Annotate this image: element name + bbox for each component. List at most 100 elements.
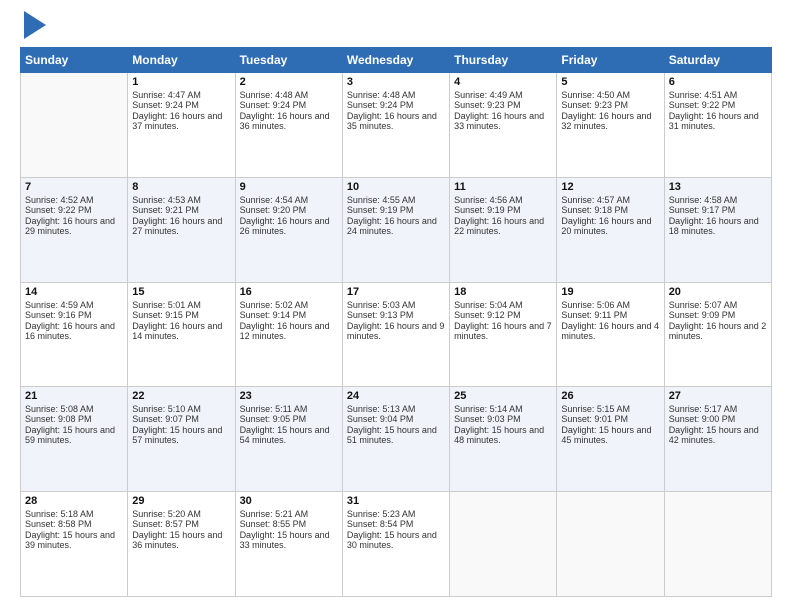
- week-row-1: 1Sunrise: 4:47 AMSunset: 9:24 PMDaylight…: [21, 73, 772, 178]
- sunset-text: Sunset: 9:19 PM: [454, 205, 552, 215]
- calendar-cell: [21, 73, 128, 178]
- calendar-cell: 17Sunrise: 5:03 AMSunset: 9:13 PMDayligh…: [342, 282, 449, 387]
- sunset-text: Sunset: 9:12 PM: [454, 310, 552, 320]
- sunset-text: Sunset: 9:00 PM: [669, 414, 767, 424]
- sunrise-text: Sunrise: 5:14 AM: [454, 404, 552, 414]
- daylight-text: Daylight: 16 hours and 37 minutes.: [132, 111, 230, 131]
- day-number: 11: [454, 181, 552, 193]
- day-number: 8: [132, 181, 230, 193]
- calendar-cell: 19Sunrise: 5:06 AMSunset: 9:11 PMDayligh…: [557, 282, 664, 387]
- day-number: 7: [25, 181, 123, 193]
- sunrise-text: Sunrise: 5:11 AM: [240, 404, 338, 414]
- calendar-cell: 9 Sunrise: 4:54 AMSunset: 9:20 PMDaylight…: [235, 177, 342, 282]
- calendar-cell: [450, 492, 557, 597]
- sunrise-text: Sunrise: 5:23 AM: [347, 509, 445, 519]
- calendar-cell: 21Sunrise: 5:08 AMSunset: 9:08 PMDayligh…: [21, 387, 128, 492]
- sunrise-text: Sunrise: 4:52 AM: [25, 195, 123, 205]
- day-number: 25: [454, 390, 552, 402]
- weekday-saturday: Saturday: [664, 48, 771, 73]
- daylight-text: Daylight: 16 hours and 20 minutes.: [561, 216, 659, 236]
- day-number: 31: [347, 495, 445, 507]
- day-number: 16: [240, 286, 338, 298]
- sunset-text: Sunset: 8:55 PM: [240, 519, 338, 529]
- logo: [20, 15, 46, 39]
- calendar-cell: 13Sunrise: 4:58 AMSunset: 9:17 PMDayligh…: [664, 177, 771, 282]
- calendar-cell: 8Sunrise: 4:53 AMSunset: 9:21 PMDaylight…: [128, 177, 235, 282]
- day-number: 26: [561, 390, 659, 402]
- week-row-3: 14 Sunrise: 4:59 AMSunset: 9:16 PM Dayligh…: [21, 282, 772, 387]
- day-number: 14: [25, 286, 123, 298]
- daylight-text: Daylight: 15 hours and 45 minutes.: [561, 425, 659, 445]
- daylight-text: Daylight: 16 hours and 32 minutes.: [561, 111, 659, 131]
- weekday-tuesday: Tuesday: [235, 48, 342, 73]
- daylight-text: Daylight: 15 hours and 54 minutes.: [240, 425, 338, 445]
- daylight-text: Daylight: 16 hours and 35 minutes.: [347, 111, 445, 131]
- sunset-text: Sunset: 9:19 PM: [347, 205, 445, 215]
- sunset-text: Sunset: 8:58 PM: [25, 519, 123, 529]
- calendar-cell: 18Sunrise: 5:04 AMSunset: 9:12 PMDayligh…: [450, 282, 557, 387]
- day-number: 5: [561, 76, 659, 88]
- daylight-text: Daylight: 16 hours and 7 minutes.: [454, 321, 552, 341]
- sunset-text: Sunset: 9:16 PM: [25, 310, 123, 320]
- daylight-text: Daylight: 15 hours and 36 minutes.: [132, 530, 230, 550]
- day-number: 30: [240, 495, 338, 507]
- sunset-text: Sunset: 9:13 PM: [347, 310, 445, 320]
- week-row-4: 21Sunrise: 5:08 AMSunset: 9:08 PMDayligh…: [21, 387, 772, 492]
- sunrise-text: Sunrise: 5:03 AM: [347, 300, 445, 310]
- day-number: 19: [561, 286, 659, 298]
- day-number: 3: [347, 76, 445, 88]
- weekday-header-row: SundayMondayTuesdayWednesdayThursdayFrid…: [21, 48, 772, 73]
- calendar-cell: 12 Sunrise: 4:57 AMSunset: 9:18 PMDayligh…: [557, 177, 664, 282]
- header: [20, 15, 772, 39]
- sunrise-text: Sunrise: 5:18 AM: [25, 509, 123, 519]
- weekday-friday: Friday: [557, 48, 664, 73]
- sunset-text: Sunset: 8:57 PM: [132, 519, 230, 529]
- daylight-text: Daylight: 15 hours and 39 minutes.: [25, 530, 123, 550]
- calendar-cell: 3Sunrise: 4:48 AMSunset: 9:24 PMDaylight…: [342, 73, 449, 178]
- calendar-cell: 27Sunrise: 5:17 AMSunset: 9:00 PMDayligh…: [664, 387, 771, 492]
- sunrise-text: Sunrise: 4:49 AM: [454, 90, 552, 100]
- week-row-5: 28Sunrise: 5:18 AMSunset: 8:58 PMDayligh…: [21, 492, 772, 597]
- daylight-text: Daylight: 16 hours and 29 minutes.: [25, 216, 123, 236]
- sunrise-text: Sunrise: 5:13 AM: [347, 404, 445, 414]
- sunrise-text: Sunrise: 5:08 AM: [25, 404, 123, 414]
- daylight-text: Daylight: 16 hours and 27 minutes.: [132, 216, 230, 236]
- sunset-text: Sunset: 9:21 PM: [132, 205, 230, 215]
- daylight-text: Daylight: 16 hours and 24 minutes.: [347, 216, 445, 236]
- sunset-text: Sunset: 9:15 PM: [132, 310, 230, 320]
- daylight-text: Daylight: 16 hours and 18 minutes.: [669, 216, 767, 236]
- sunrise-text: Sunrise: 4:58 AM: [669, 195, 767, 205]
- calendar-cell: 22Sunrise: 5:10 AMSunset: 9:07 PMDayligh…: [128, 387, 235, 492]
- day-number: 10: [347, 181, 445, 193]
- daylight-text: Daylight: 15 hours and 42 minutes.: [669, 425, 767, 445]
- calendar-cell: 2Sunrise: 4:48 AMSunset: 9:24 PMDaylight…: [235, 73, 342, 178]
- sunrise-text: Sunrise: 4:54 AM: [240, 195, 338, 205]
- sunset-text: Sunset: 9:18 PM: [561, 205, 659, 215]
- day-number: 20: [669, 286, 767, 298]
- day-number: 21: [25, 390, 123, 402]
- daylight-text: Daylight: 16 hours and 26 minutes.: [240, 216, 338, 236]
- sunrise-text: Sunrise: 5:21 AM: [240, 509, 338, 519]
- day-number: 9: [240, 181, 338, 193]
- day-number: 1: [132, 76, 230, 88]
- sunrise-text: Sunrise: 4:59 AM: [25, 300, 123, 310]
- daylight-text: Daylight: 16 hours and 33 minutes.: [454, 111, 552, 131]
- sunrise-text: Sunrise: 4:57 AM: [561, 195, 659, 205]
- day-number: 2: [240, 76, 338, 88]
- calendar-cell: 24Sunrise: 5:13 AMSunset: 9:04 PMDayligh…: [342, 387, 449, 492]
- week-row-2: 7Sunrise: 4:52 AMSunset: 9:22 PMDaylight…: [21, 177, 772, 282]
- day-number: 17: [347, 286, 445, 298]
- day-number: 18: [454, 286, 552, 298]
- day-number: 12: [561, 181, 659, 193]
- day-number: 23: [240, 390, 338, 402]
- calendar-cell: 28Sunrise: 5:18 AMSunset: 8:58 PMDayligh…: [21, 492, 128, 597]
- calendar-table: SundayMondayTuesdayWednesdayThursdayFrid…: [20, 47, 772, 597]
- sunset-text: Sunset: 9:23 PM: [561, 100, 659, 110]
- daylight-text: Daylight: 16 hours and 22 minutes.: [454, 216, 552, 236]
- sunrise-text: Sunrise: 4:51 AM: [669, 90, 767, 100]
- sunrise-text: Sunrise: 5:02 AM: [240, 300, 338, 310]
- calendar-cell: 5Sunrise: 4:50 AMSunset: 9:23 PMDaylight…: [557, 73, 664, 178]
- sunset-text: Sunset: 9:03 PM: [454, 414, 552, 424]
- sunset-text: Sunset: 9:20 PM: [240, 205, 338, 215]
- calendar-cell: 11Sunrise: 4:56 AMSunset: 9:19 PMDayligh…: [450, 177, 557, 282]
